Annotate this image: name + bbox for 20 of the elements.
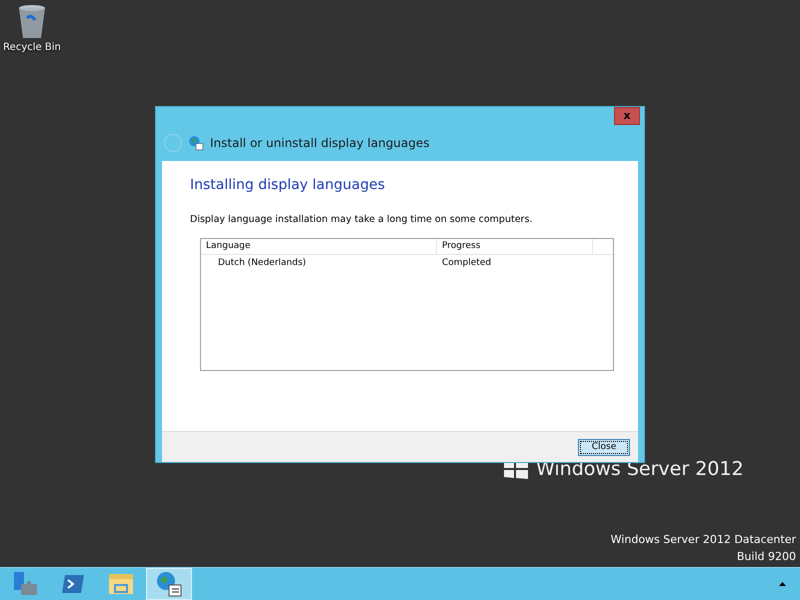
terminal-icon: [61, 572, 85, 596]
column-header[interactable]: Language: [201, 239, 437, 254]
globe-icon: [188, 135, 204, 151]
server-icon: [11, 570, 39, 598]
close-button[interactable]: Close: [578, 438, 630, 456]
table-cell-text: Dutch (Nederlands): [217, 258, 308, 268]
taskbar-button[interactable]: [146, 568, 192, 600]
close-button[interactable]: x: [614, 107, 640, 125]
description-text: Display language installation may take a long time on some computers.: [190, 214, 534, 225]
window-title: Install or uninstall display languages: [210, 136, 430, 150]
column-header[interactable]: Progress: [437, 239, 593, 254]
edition-text: Windows Server 2012 Datacenter: [610, 533, 796, 546]
page-heading: Installing display languages: [190, 177, 386, 193]
globe-icon: [155, 570, 183, 598]
table-cell-text: Completed: [441, 258, 492, 268]
edition-text: Build 9200: [736, 550, 796, 563]
caret-up-icon[interactable]: [779, 582, 786, 586]
desktop-icon-label[interactable]: Recycle Bin: [3, 42, 61, 53]
trash-can-icon[interactable]: [17, 4, 47, 40]
folder-icon: [107, 571, 135, 597]
